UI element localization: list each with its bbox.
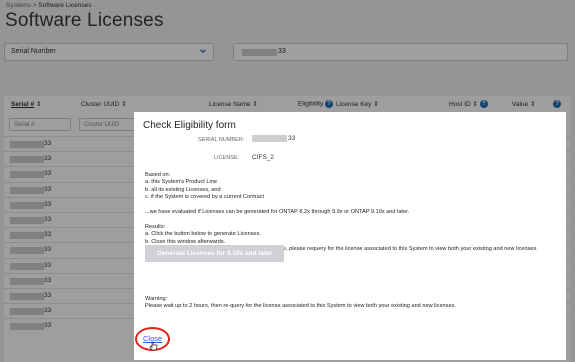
based-on-text: Based on: a. this System's Product Line … (145, 172, 265, 201)
license-value: CIFS_2 (252, 154, 275, 161)
evaluated-text: ...we have evaluated if Licenses can be … (145, 209, 410, 215)
serial-value: 33 (252, 135, 295, 142)
license-label: LICENSE: (214, 155, 240, 161)
serial-label: SERIAL NUMBER: (198, 137, 245, 143)
hand-cursor-icon (149, 341, 158, 351)
modal-title: Check Eligibility form (143, 120, 236, 131)
warning-text: Warning: Please wait up to 2 hours, then… (145, 296, 456, 310)
redacted-block (252, 135, 287, 142)
check-eligibility-modal: Check Eligibility form SERIAL NUMBER: 33… (134, 112, 566, 360)
generate-licenses-button[interactable]: Generate Licenses for 9.10x and later (145, 245, 284, 262)
